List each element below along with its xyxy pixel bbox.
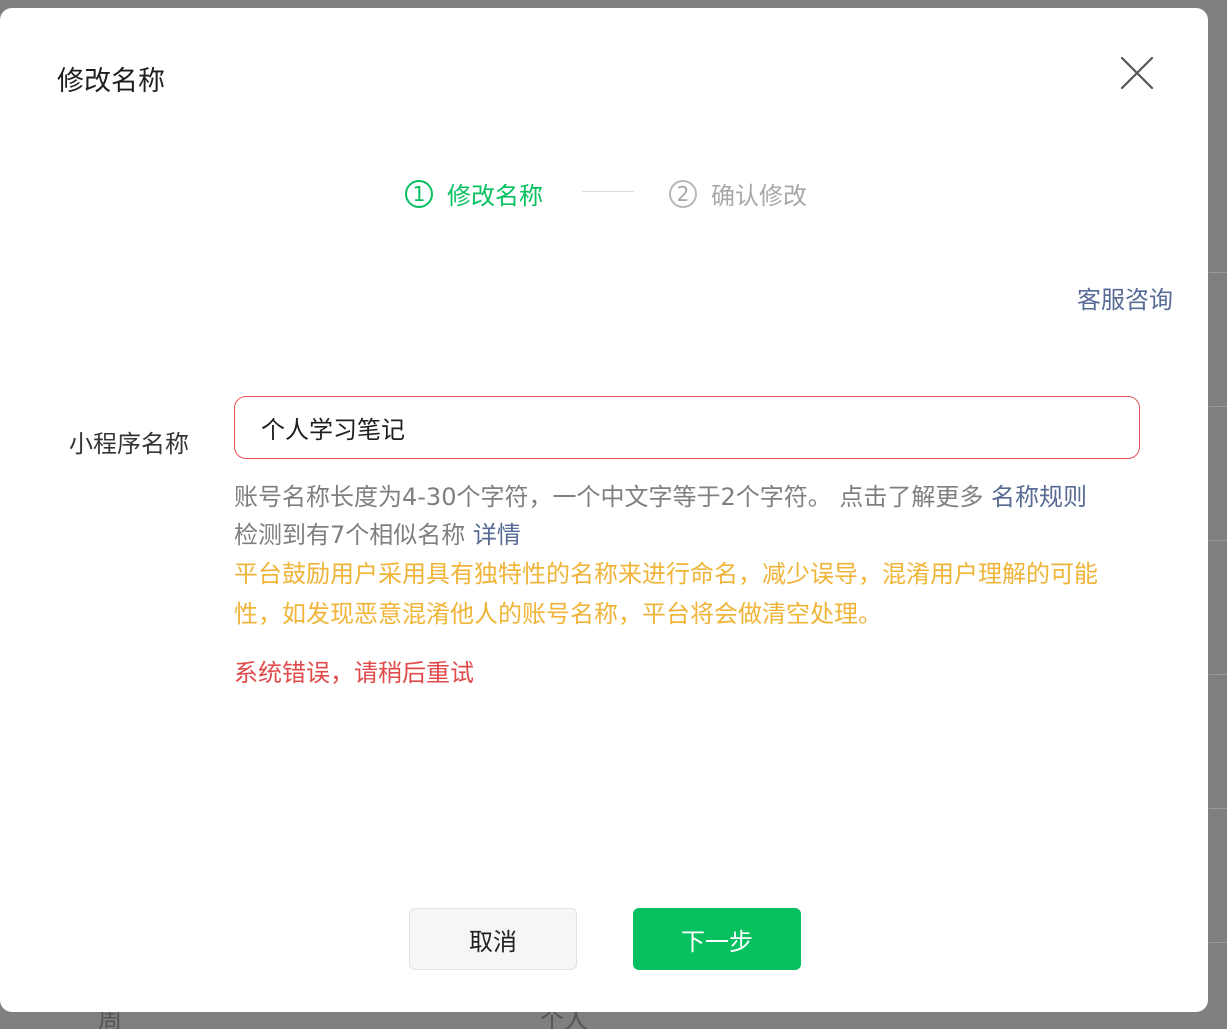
step-divider — [582, 191, 634, 192]
length-rule-hint: 账号名称长度为4-30个字符，一个中文字等于2个字符。 点击了解更多 名称规则 — [234, 478, 1134, 516]
name-rule-link[interactable]: 名称规则 — [991, 483, 1087, 511]
step-indicator: 1 修改名称 2 确认修改 — [0, 168, 1208, 218]
error-message: 系统错误，请稍后重试 — [234, 659, 474, 687]
background-divider — [1209, 674, 1227, 675]
close-button[interactable] — [1116, 52, 1158, 94]
step-number: 1 — [405, 179, 433, 208]
name-input[interactable] — [234, 396, 1140, 459]
detail-link[interactable]: 详情 — [473, 521, 521, 549]
customer-service-link[interactable]: 客服咨询 — [1077, 280, 1173, 315]
warning-text: 平台鼓励用户采用具有独特性的名称来进行命名，减少误导，混淆用户理解的可能性，如发… — [234, 560, 1098, 628]
name-field-label: 小程序名称 — [69, 430, 189, 458]
step-number: 2 — [669, 179, 697, 208]
next-step-button[interactable]: 下一步 — [633, 908, 801, 970]
rename-dialog: 修改名称 1 修改名称 2 确认修改 客服咨询 小程序名称 账号名称长度为4-3… — [0, 8, 1208, 1012]
background-divider — [1209, 540, 1227, 541]
background-divider — [1209, 942, 1227, 943]
similar-name-text: 检测到有7个相似名称 — [234, 521, 466, 549]
background-divider — [1209, 272, 1227, 273]
step-2: 2 确认修改 — [669, 176, 807, 211]
cancel-button[interactable]: 取消 — [409, 908, 577, 970]
close-icon — [1120, 56, 1154, 90]
similar-name-hint: 检测到有7个相似名称 详情 — [234, 516, 1134, 554]
hint-area: 账号名称长度为4-30个字符，一个中文字等于2个字符。 点击了解更多 名称规则 … — [234, 478, 1134, 692]
background-divider — [1209, 406, 1227, 407]
step-label: 确认修改 — [711, 182, 807, 210]
dialog-title: 修改名称 — [57, 66, 165, 97]
length-rule-text: 账号名称长度为4-30个字符，一个中文字等于2个字符。 点击了解更多 — [234, 483, 984, 511]
background-divider — [1209, 808, 1227, 809]
step-label: 修改名称 — [447, 182, 543, 210]
step-1: 1 修改名称 — [405, 176, 543, 211]
